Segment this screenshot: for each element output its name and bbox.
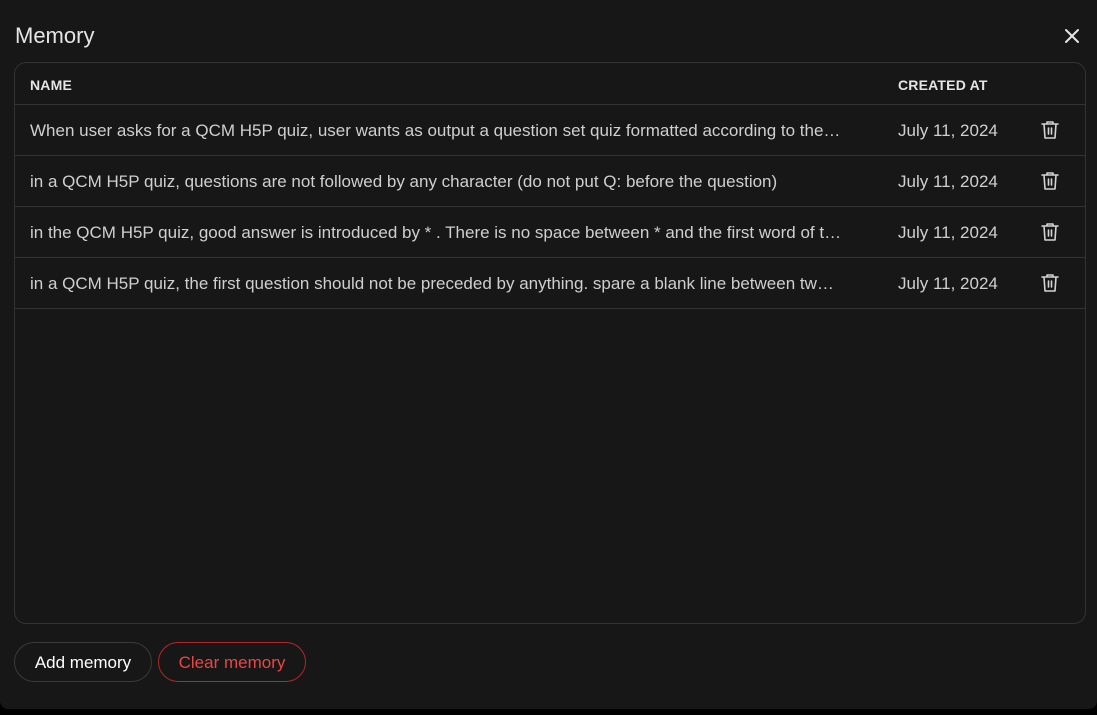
trash-icon: [1041, 121, 1059, 139]
trash-icon: [1041, 274, 1059, 292]
clear-memory-button[interactable]: Clear memory: [158, 642, 306, 682]
close-button[interactable]: [1060, 24, 1084, 48]
trash-icon: [1041, 172, 1059, 190]
memory-created-at: July 11, 2024: [898, 172, 998, 191]
add-memory-button[interactable]: Add memory: [14, 642, 152, 682]
column-header-created-at: CREATED AT: [898, 77, 988, 93]
delete-memory-button[interactable]: [1040, 119, 1060, 141]
table-header: NAME CREATED AT: [15, 63, 1085, 105]
table-row: in a QCM H5P quiz, the first question sh…: [15, 258, 1085, 309]
memory-name: in a QCM H5P quiz, questions are not fol…: [30, 172, 778, 191]
table-row: in a QCM H5P quiz, questions are not fol…: [15, 156, 1085, 207]
memory-table: NAME CREATED AT When user asks for a QCM…: [14, 62, 1086, 624]
delete-memory-button[interactable]: [1040, 170, 1060, 192]
delete-memory-button[interactable]: [1040, 272, 1060, 294]
memory-created-at: July 11, 2024: [898, 121, 998, 140]
dialog-title: Memory: [15, 23, 95, 48]
memory-created-at: July 11, 2024: [898, 223, 998, 242]
memory-dialog: Memory NAME CREATED AT When user asks fo…: [0, 0, 1097, 709]
table-row: When user asks for a QCM H5P quiz, user …: [15, 105, 1085, 156]
memory-name: in the QCM H5P quiz, good answer is intr…: [30, 223, 842, 242]
trash-icon: [1041, 223, 1059, 241]
delete-memory-button[interactable]: [1040, 221, 1060, 243]
table-row: in the QCM H5P quiz, good answer is intr…: [15, 207, 1085, 258]
memory-name: in a QCM H5P quiz, the first question sh…: [30, 274, 834, 293]
memory-created-at: July 11, 2024: [898, 274, 998, 293]
memory-name: When user asks for a QCM H5P quiz, user …: [30, 121, 841, 140]
close-icon: [1065, 29, 1079, 43]
column-header-name: NAME: [30, 77, 73, 93]
